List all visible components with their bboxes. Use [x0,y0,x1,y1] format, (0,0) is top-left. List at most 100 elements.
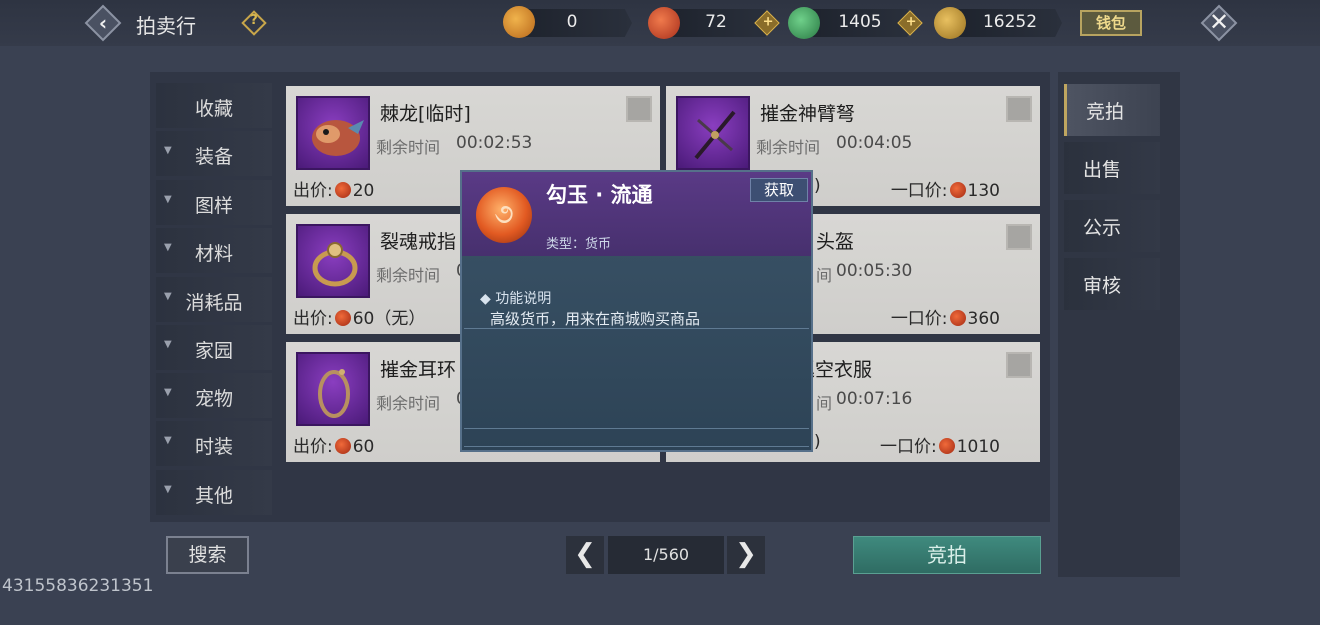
plus-icon: + [762,14,774,30]
jade-icon [788,7,820,39]
wallet-button[interactable]: 钱包 [1080,10,1142,36]
dragon-item-icon [296,96,370,170]
currency-gouyu-value: 72 [705,12,727,32]
category-pets[interactable]: ▼ 宠物 [156,373,272,418]
category-fashion[interactable]: ▼ 时装 [156,421,272,466]
time-remaining: 00:05:30 [836,261,913,281]
gouyu-coin-icon [938,438,955,454]
gouyu-coin-icon [334,438,351,454]
search-button[interactable]: 搜索 [166,536,249,574]
back-button[interactable]: ‹ [84,4,122,42]
time-remaining: 00:02:53 [456,133,533,153]
bag-icon [503,6,535,38]
time-label: 剩余时间 [376,266,441,285]
category-label: 图样 [194,195,233,217]
time-remaining: 00:04:05 [836,133,913,153]
buyout-price: 一口价: 1010 [880,432,1000,457]
time-label: 间 [816,394,833,413]
time-label: 间 [816,266,833,285]
next-page-button[interactable]: ❯ [727,536,765,574]
page-indicator: 1/560 [608,536,724,574]
tab-review[interactable]: 审核 [1064,258,1160,310]
item-name: 棘龙[临时] [380,103,471,125]
price-value: ) [814,432,821,452]
currency-bag-value: 0 [566,12,578,32]
currency-jade-value: 1405 [838,12,882,32]
favorite-toggle[interactable] [1006,96,1032,122]
gouyu-coin-icon [334,310,351,326]
bid-price: 出价: 60（无） [293,304,425,329]
buyout-price: 一口价: 360 [891,304,1000,329]
buyout-value: 360 [967,309,1000,329]
category-consumables[interactable]: ▼ 消耗品 [156,277,272,322]
category-label: 家园 [194,340,233,362]
category-home[interactable]: ▼ 家园 [156,325,272,370]
item-name: 摧金神臂弩 [760,103,856,125]
category-materials[interactable]: ▼ 材料 [156,228,272,273]
favorite-toggle[interactable] [1006,224,1032,250]
bid-price: 出价: 20 [293,176,374,201]
tab-label: 审核 [1082,275,1121,297]
bid-price: ) [814,176,821,196]
earring-item-icon [296,352,370,426]
close-button[interactable]: ✕ [1198,2,1240,44]
user-id-text: 43155836231351 [2,576,154,596]
category-label: 其他 [194,485,233,507]
time-label: 剩余时间 [376,394,441,413]
item-type: 类型：货币 [546,237,612,252]
tab-public-notice[interactable]: 公示 [1064,200,1160,252]
buyout-label: 一口价: [890,181,948,201]
page-title: 拍卖行 [136,14,196,38]
help-button[interactable]: ? [241,10,267,36]
category-patterns[interactable]: ▼ 图样 [156,180,272,225]
gouyu-coin-icon [334,182,351,198]
gouyu-icon [648,7,680,39]
function-description: 高级货币，用来在商城购买商品 [490,310,701,328]
obtain-button[interactable]: 获取 [750,178,808,202]
tab-bidding[interactable]: 竞拍 [1064,84,1160,136]
category-label: 装备 [194,146,233,168]
buyout-value: 130 [967,181,1000,201]
bid-price: 出价: 60 [293,432,374,457]
price-value: 60（无） [352,309,426,329]
divider [464,446,809,447]
back-arrow-icon: ‹ [98,11,108,35]
price-label: 出价: [293,309,333,329]
divider [464,328,809,329]
category-label: 消耗品 [185,292,243,314]
crossbow-item-icon [676,96,750,170]
price-value: ) [814,176,821,196]
buyout-price: 一口价: 130 [891,176,1000,201]
bid-button[interactable]: 竞拍 [853,536,1041,574]
category-favorites[interactable]: 收藏 [156,83,272,128]
favorite-toggle[interactable] [1006,352,1032,378]
gouyu-icon: ૭ [476,187,532,243]
price-value: 20 [352,181,375,201]
price-value: 60 [352,437,375,457]
close-icon: ✕ [1208,8,1230,36]
function-section-title: ◆ 功能说明 [480,291,552,307]
item-name: 摧金耳环 [380,359,457,381]
plus-icon: + [905,14,917,30]
category-equipment[interactable]: ▼ 装备 [156,131,272,176]
item-tooltip: ૭ 勾玉 · 流通 获取 类型：货币 ◆ 功能说明 高级货币，用来在商城购买商品 [460,170,813,452]
category-label: 材料 [194,243,233,265]
tab-selling[interactable]: 出售 [1064,142,1160,194]
bid-price: ) [814,432,821,452]
item-name: 裂魂戒指 [380,231,457,253]
buyout-value: 1010 [956,437,1000,457]
favorite-toggle[interactable] [626,96,652,122]
divider [464,428,809,429]
feather-icon [934,7,966,39]
gouyu-coin-icon [949,182,966,198]
tab-label: 竞拍 [1085,101,1124,123]
tab-label: 公示 [1082,217,1121,239]
tab-label: 出售 [1082,159,1121,181]
category-label: 时装 [194,436,233,458]
tooltip-title: 勾玉 · 流通 [546,183,653,207]
category-label: 宠物 [194,388,233,410]
category-other[interactable]: ▼ 其他 [156,470,272,515]
time-label: 剩余时间 [376,138,441,157]
price-label: 出价: [293,181,333,201]
previous-page-button[interactable]: ❮ [566,536,604,574]
